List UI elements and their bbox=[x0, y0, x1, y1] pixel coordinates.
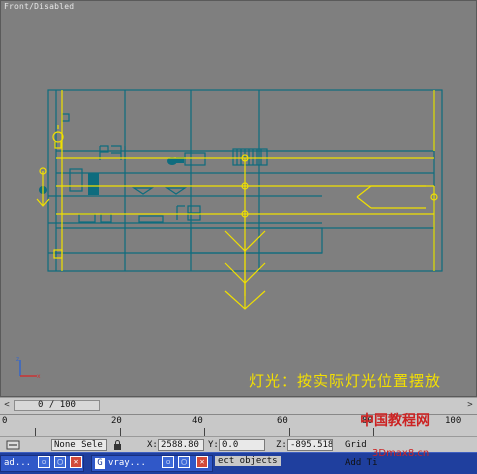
close-icon[interactable]: ✕ bbox=[196, 456, 208, 468]
y-coordinate-field[interactable]: 0.0 bbox=[219, 439, 265, 451]
lighting-caption: 灯光：按实际灯光位置摆放 bbox=[249, 372, 442, 390]
scene-drawing bbox=[36, 89, 443, 310]
tick-label-20: 20 bbox=[111, 416, 122, 426]
time-slider-prev[interactable]: < bbox=[2, 400, 12, 411]
prompt-line: ect objects bbox=[215, 456, 281, 466]
grid-label: Grid bbox=[345, 440, 367, 450]
lock-icon[interactable] bbox=[113, 440, 122, 450]
time-slider-next[interactable]: > bbox=[465, 400, 475, 411]
add-time-tag[interactable]: Add Ti bbox=[345, 458, 378, 468]
track-tick bbox=[289, 428, 290, 436]
track-tick bbox=[120, 428, 121, 436]
restore-icon[interactable]: ▫ bbox=[162, 456, 174, 468]
key-icon[interactable] bbox=[6, 439, 20, 451]
task-1-label: ad... bbox=[4, 458, 32, 468]
restore-icon[interactable]: ▫ bbox=[38, 456, 50, 468]
restore-icon[interactable]: ▢ bbox=[178, 456, 190, 468]
watermark-url: 3Dmax8.cn bbox=[372, 448, 430, 459]
axis-icon: z x bbox=[16, 356, 41, 380]
z-coordinate-field[interactable]: -895.518 bbox=[287, 439, 333, 451]
x-coordinate-field[interactable]: 2588.80 bbox=[158, 439, 204, 451]
track-tick bbox=[35, 428, 36, 436]
selection-field[interactable]: None Sele bbox=[51, 439, 107, 451]
tick-label-0: 0 bbox=[2, 416, 8, 426]
watermark-logo: 中国教程网 bbox=[360, 413, 430, 429]
close-icon[interactable]: ✕ bbox=[70, 456, 82, 468]
x-label: X: bbox=[147, 440, 158, 450]
svg-text:z: z bbox=[16, 356, 19, 363]
task-button-2[interactable]: Gvray... bbox=[91, 455, 213, 472]
task-2-label: vray... bbox=[108, 458, 146, 468]
y-label: Y: bbox=[208, 440, 219, 450]
tick-label-40: 40 bbox=[192, 416, 203, 426]
task-2-icon: G bbox=[95, 458, 105, 469]
front-viewport[interactable]: Front/Disabled z x 灯光：按实际灯光位置摆放 bbox=[0, 0, 477, 397]
tick-label-100: 100 bbox=[445, 416, 462, 426]
z-label: Z: bbox=[276, 440, 287, 450]
track-tick bbox=[204, 428, 205, 436]
time-slider-thumb[interactable]: 0 / 100 bbox=[14, 400, 100, 411]
svg-text:x: x bbox=[37, 373, 41, 380]
tick-label-60: 60 bbox=[277, 416, 288, 426]
restore-icon[interactable]: ▢ bbox=[54, 456, 66, 468]
